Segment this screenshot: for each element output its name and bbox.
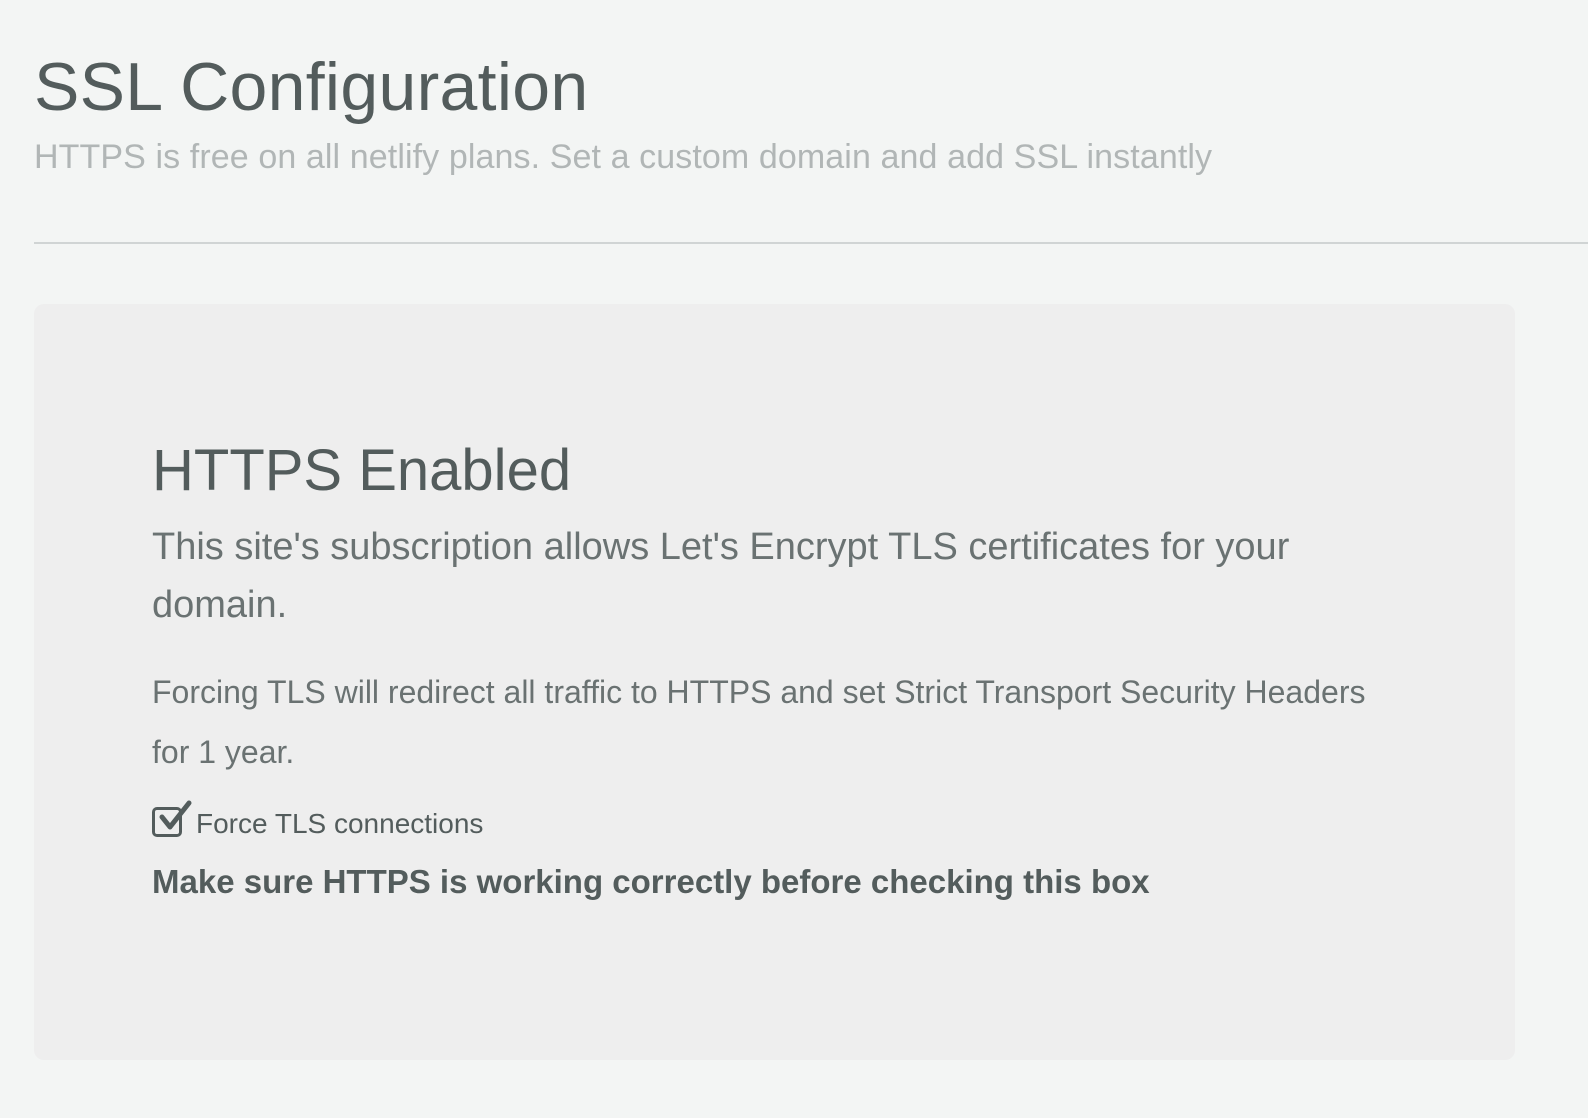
page-subtitle: HTTPS is free on all netlify plans. Set … [34,138,1213,176]
card-description: Forcing TLS will redirect all traffic to… [152,674,1366,770]
card-title: HTTPS Enabled [152,438,572,503]
page-title: SSL Configuration [34,49,589,125]
warning-text: Make sure HTTPS is working correctly bef… [152,863,1150,900]
force-tls-checkbox[interactable] [152,800,192,837]
https-card-content: HTTPS Enabled This site's subscription a… [152,434,1402,908]
check-icon [159,800,192,830]
force-tls-option[interactable]: Force TLS connections [152,800,1402,846]
force-tls-label[interactable]: Force TLS connections [196,808,483,840]
https-card: HTTPS Enabled This site's subscription a… [34,304,1515,1060]
page-header: SSL Configuration HTTPS is free on all n… [34,42,1588,180]
section-divider [34,242,1588,244]
card-lead: This site's subscription allows Let's En… [152,526,1290,626]
